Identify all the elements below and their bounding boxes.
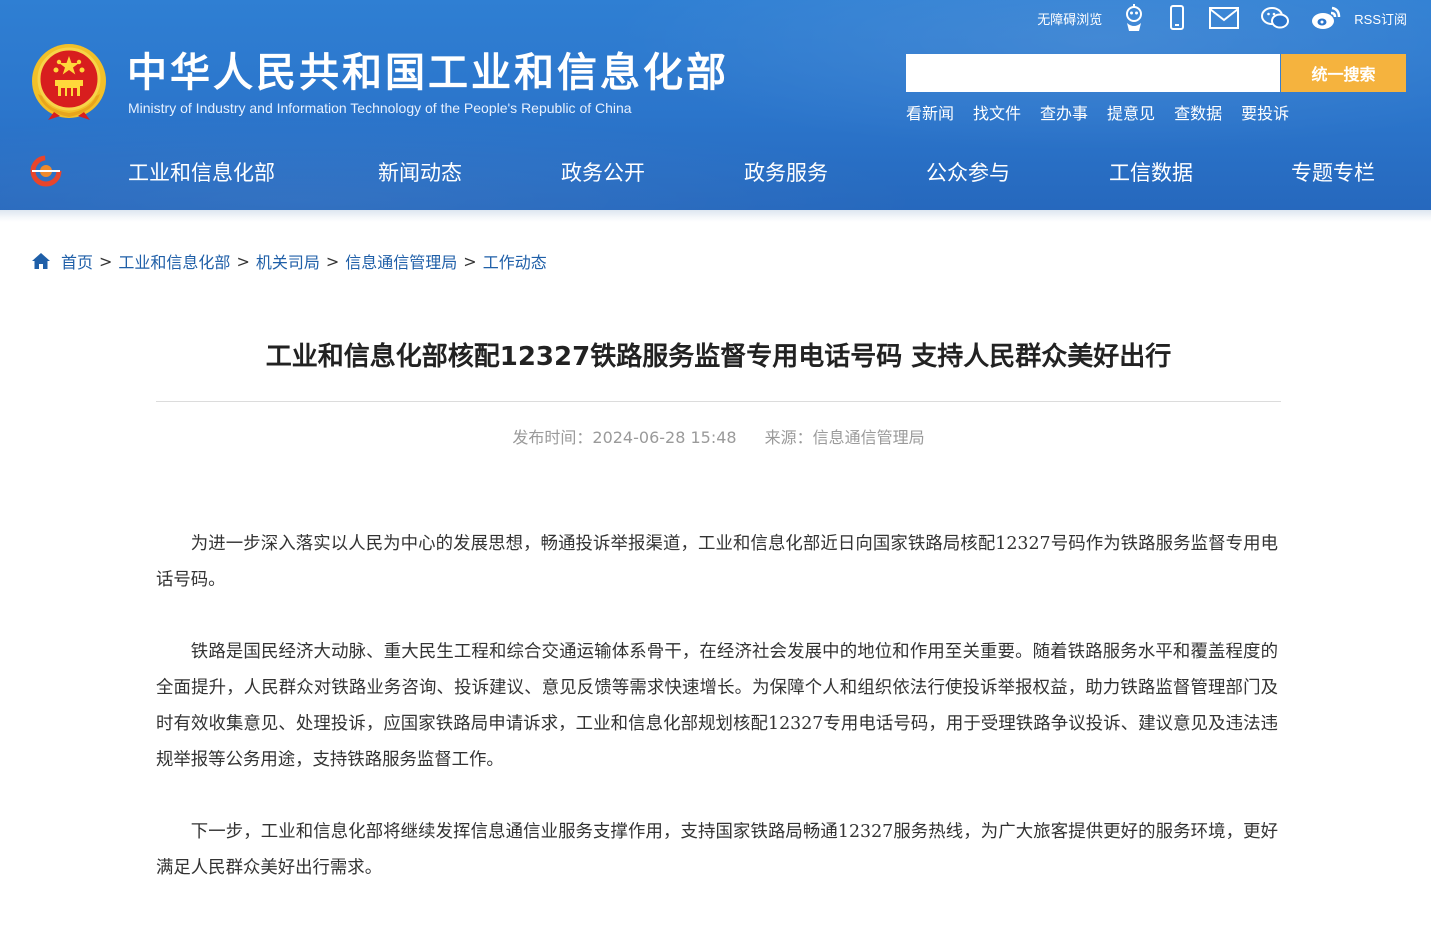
site-header: 中华人民共和国工业和信息化部 Ministry of Industry and … (0, 0, 1431, 210)
robot-icon[interactable] (1122, 3, 1146, 33)
breadcrumb-miit[interactable]: 工业和信息化部 (118, 249, 230, 273)
wechat-icon[interactable] (1260, 5, 1290, 31)
quick-link-files[interactable]: 找文件 (973, 100, 1021, 124)
rss-link[interactable]: RSS订阅 (1354, 9, 1407, 28)
mail-icon[interactable] (1208, 6, 1240, 30)
breadcrumb-bureau[interactable]: 信息通信管理局 (345, 249, 457, 273)
breadcrumb-separator: > (325, 251, 340, 271)
breadcrumb-separator: > (236, 251, 250, 271)
article-source: 来源：信息通信管理局 (764, 428, 925, 447)
home-icon[interactable] (31, 252, 51, 270)
site-title: 中华人民共和国工业和信息化部 (127, 50, 729, 96)
nav-data[interactable]: 工信数据 (1109, 157, 1193, 187)
quick-link-services[interactable]: 查办事 (1040, 100, 1088, 124)
article-paragraph: 铁路是国民经济大动脉、重大民生工程和综合交通运输体系骨干，在经济社会发展中的地位… (156, 642, 1278, 770)
nav-public-participation[interactable]: 公众参与 (926, 157, 1010, 187)
top-utility-bar: 无障碍浏览 RSS订阅 (1037, 4, 1407, 32)
weibo-icon[interactable] (1310, 5, 1342, 31)
accessibility-link[interactable]: 无障碍浏览 (1037, 9, 1102, 28)
quick-link-data[interactable]: 查数据 (1174, 100, 1222, 124)
article-paragraph: 下一步，工业和信息化部将继续发挥信息通信业服务支撑作用，支持国家铁路局畅通123… (156, 822, 1278, 878)
site-subtitle: Ministry of Industry and Information Tec… (128, 100, 632, 116)
article-content: 为进一步深入落实以人民为中心的发展思想，畅通投诉举报渠道，工业和信息化部近日向国… (156, 526, 1278, 922)
breadcrumb-home[interactable]: 首页 (61, 249, 93, 273)
nav-news[interactable]: 新闻动态 (378, 157, 462, 187)
title-divider (156, 401, 1281, 402)
quick-link-news[interactable]: 看新闻 (906, 100, 954, 124)
breadcrumb: 首页 > 工业和信息化部 > 机关司局 > 信息通信管理局 > 工作动态 (31, 249, 547, 273)
nav-miit[interactable]: 工业和信息化部 (128, 157, 275, 187)
breadcrumb-departments[interactable]: 机关司局 (256, 249, 320, 273)
quick-link-complaint[interactable]: 要投诉 (1241, 100, 1289, 124)
article-meta: 发布时间：2024-06-28 15:48 来源：信息通信管理局 (156, 424, 1281, 448)
nav-topics[interactable]: 专题专栏 (1291, 157, 1375, 187)
search-button[interactable]: 统一搜索 (1281, 54, 1406, 92)
quick-links: 看新闻 找文件 查办事 提意见 查数据 要投诉 (906, 100, 1308, 124)
main-nav: 工业和信息化部 新闻动态 政务公开 政务服务 公众参与 工信数据 专题专栏 (0, 145, 1431, 197)
national-emblem-icon[interactable] (30, 42, 108, 122)
quick-link-feedback[interactable]: 提意见 (1107, 100, 1155, 124)
nav-gov-affairs[interactable]: 政务公开 (561, 157, 645, 187)
article-paragraph: 为进一步深入落实以人民为中心的发展思想，畅通投诉举报渠道，工业和信息化部近日向国… (156, 534, 1278, 590)
mobile-icon[interactable] (1166, 5, 1188, 31)
breadcrumb-work-news[interactable]: 工作动态 (483, 249, 547, 273)
search-input[interactable] (906, 54, 1280, 92)
nav-logo-icon[interactable] (28, 153, 64, 189)
publish-time: 发布时间：2024-06-28 15:48 (512, 428, 737, 447)
nav-gov-services[interactable]: 政务服务 (744, 157, 828, 187)
article-title: 工业和信息化部核配12327铁路服务监督专用电话号码 支持人民群众美好出行 (265, 342, 1172, 372)
header-shadow (0, 210, 1431, 222)
breadcrumb-separator: > (463, 251, 477, 271)
breadcrumb-separator: > (99, 251, 113, 271)
